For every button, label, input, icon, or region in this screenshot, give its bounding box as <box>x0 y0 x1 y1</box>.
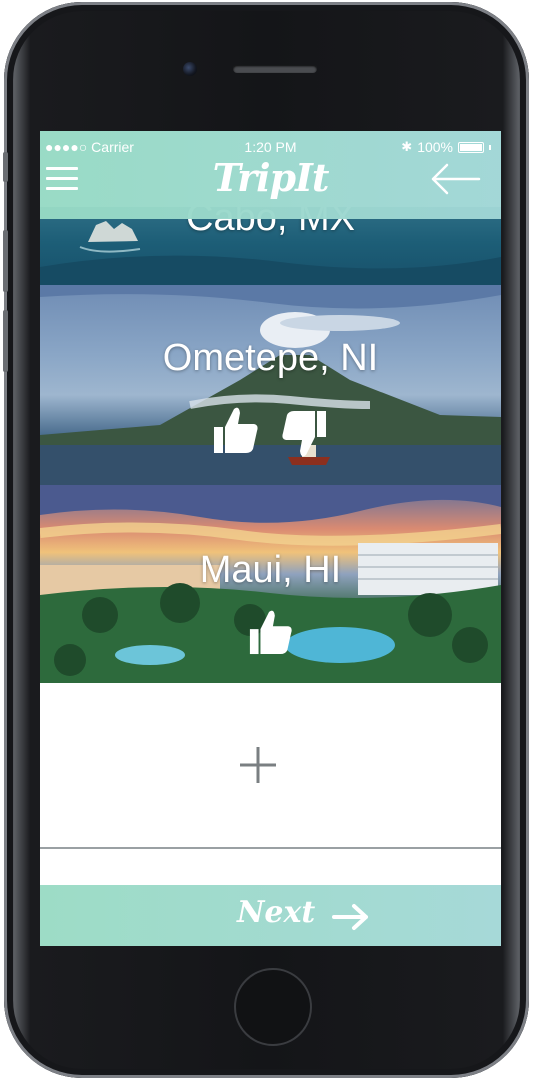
thumbs-down-icon[interactable] <box>280 409 328 459</box>
thumbs-up-icon[interactable] <box>248 608 294 656</box>
arrow-left-icon[interactable] <box>429 161 481 197</box>
next-label: Next <box>237 895 316 930</box>
app-header: ●●●●○ Carrier 1:20 PM ✱ 100% TripIt <box>40 131 501 219</box>
destination-title: Maui, HI <box>199 549 342 591</box>
earpiece-speaker <box>233 65 317 73</box>
divider <box>40 847 501 849</box>
arrow-right-icon <box>332 904 368 930</box>
bluetooth-icon: ✱ <box>401 139 413 154</box>
destination-card-ometepe[interactable]: Ometepe, NI <box>40 285 501 485</box>
battery-percent: 100% <box>417 139 453 155</box>
next-button[interactable]: Next <box>40 885 501 946</box>
plus-icon[interactable] <box>238 745 278 785</box>
volume-down-button <box>3 310 8 372</box>
thumbs-up-icon[interactable] <box>212 405 260 455</box>
app-screen: Cabo, MX Ometepe, NI Maui, HI ●●●●○ Carr… <box>40 131 501 946</box>
battery-tip <box>489 144 491 150</box>
front-camera <box>183 62 197 76</box>
volume-up-button <box>3 230 8 292</box>
battery-icon <box>458 141 484 153</box>
ometepe-photo <box>40 285 501 485</box>
home-button[interactable] <box>234 968 312 1046</box>
destination-card-maui[interactable]: Maui, HI <box>40 485 501 683</box>
status-right: ✱ 100% <box>401 139 491 155</box>
destination-title: Ometepe, NI <box>162 337 379 379</box>
mute-switch <box>3 152 8 182</box>
status-bar: ●●●●○ Carrier 1:20 PM ✱ 100% <box>40 139 501 155</box>
